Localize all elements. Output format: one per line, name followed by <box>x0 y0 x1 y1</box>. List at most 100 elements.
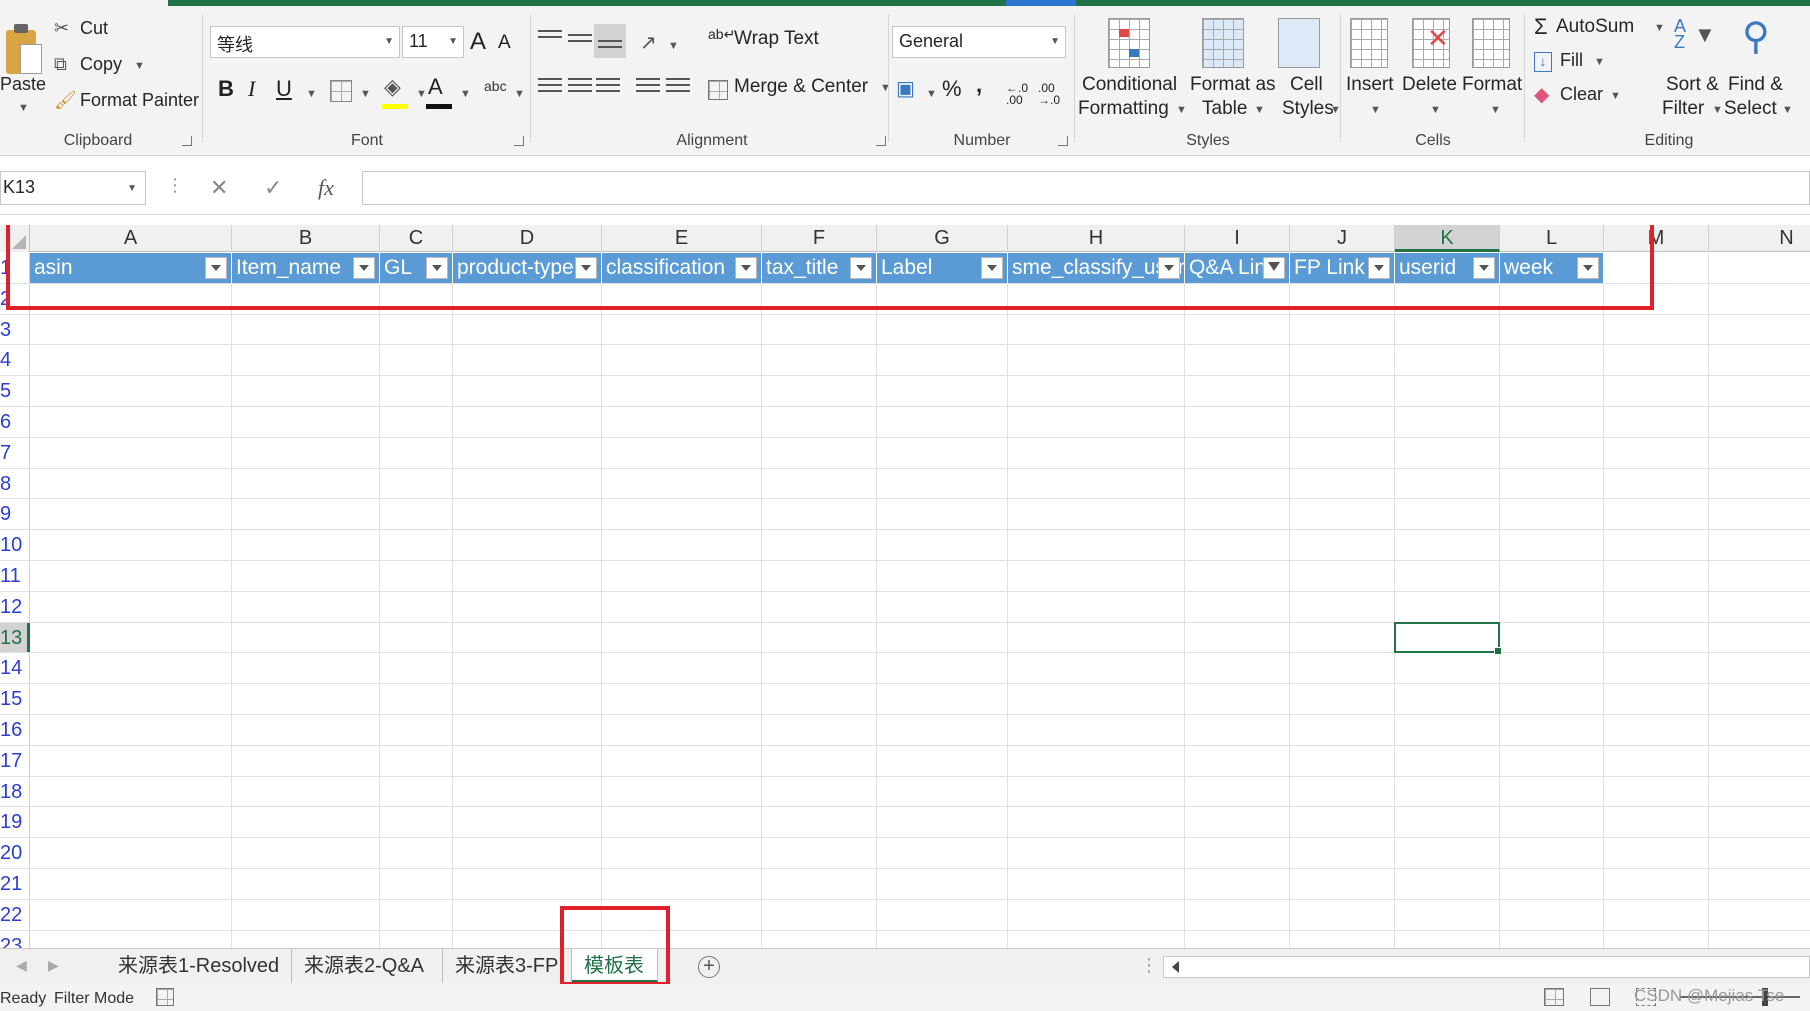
bold-button[interactable]: B <box>218 76 234 102</box>
row-header-23[interactable]: 23 <box>0 930 30 948</box>
column-header-l[interactable]: L <box>1500 225 1604 252</box>
split-handle-icon[interactable]: ⋮ <box>1140 955 1158 976</box>
grid-row-11[interactable]: 11 <box>0 561 1810 592</box>
orientation-icon[interactable]: ↗ <box>640 30 657 55</box>
borders-icon[interactable] <box>330 80 352 102</box>
cell-styles-button[interactable]: Cell Styles ▼ <box>1274 12 1341 128</box>
fill-button[interactable]: ↓ Fill ▼ <box>1534 50 1605 78</box>
column-header-m[interactable]: M <box>1604 225 1709 252</box>
row-header-13[interactable]: 13 <box>0 622 30 653</box>
grid-row-7[interactable]: 7 <box>0 437 1810 469</box>
fill-color-icon[interactable]: ◈ <box>384 74 401 100</box>
select-all-button[interactable] <box>0 225 30 252</box>
paste-button[interactable]: Paste ▼ <box>0 8 48 118</box>
column-header-a[interactable]: A <box>30 225 232 252</box>
filter-dropdown-icon-e[interactable] <box>735 257 757 279</box>
row-header-5[interactable]: 5 <box>0 376 30 406</box>
increase-decimal-button[interactable]: ←.0 .00 <box>1006 82 1034 106</box>
row-header-21[interactable]: 21 <box>0 869 30 899</box>
row-header-20[interactable]: 20 <box>0 838 30 868</box>
number-format-select[interactable]: General ▼ <box>892 26 1066 58</box>
sheet-tab-1[interactable]: 来源表1-Resolved <box>106 949 292 983</box>
italic-button[interactable]: I <box>248 76 255 102</box>
insert-function-button[interactable]: fx <box>318 175 334 201</box>
table-header-cell-a[interactable]: asin <box>30 253 232 283</box>
row-header-8[interactable]: 8 <box>0 468 30 499</box>
row-header-16[interactable]: 16 <box>0 715 30 745</box>
sheet-tab-2[interactable]: 来源表2-Q&A <box>292 949 443 983</box>
grid-row-2[interactable]: 2 <box>0 283 1810 315</box>
filter-dropdown-icon-a[interactable] <box>205 257 227 279</box>
row-header-6[interactable]: 6 <box>0 407 30 437</box>
row-header-9[interactable]: 9 <box>0 499 30 530</box>
accounting-format-icon[interactable]: ▣ <box>896 76 915 101</box>
cancel-icon[interactable]: ✕ <box>210 175 228 201</box>
selected-cell-k13[interactable] <box>1394 621 1502 656</box>
add-sheet-button[interactable]: + <box>698 956 720 978</box>
filter-dropdown-icon-b[interactable] <box>353 257 375 279</box>
clear-button[interactable]: ◆ Clear ▼ <box>1534 84 1621 112</box>
name-box[interactable]: K13 ▼ <box>0 171 146 205</box>
grid-row-15[interactable]: 15 <box>0 684 1810 715</box>
clipboard-launcher-icon[interactable] <box>182 136 192 146</box>
grid-row-22[interactable]: 22 <box>0 899 1810 931</box>
row-header-10[interactable]: 10 <box>0 530 30 560</box>
percent-style-button[interactable]: % <box>942 76 962 102</box>
grid-row-14[interactable]: 14 <box>0 653 1810 685</box>
format-button[interactable]: Format ▼ <box>1462 12 1522 128</box>
grid-row-23[interactable]: 23 <box>0 930 1810 948</box>
scroll-tabs-right-icon[interactable]: ▶ <box>48 957 59 974</box>
column-header-n[interactable]: N <box>1709 225 1810 252</box>
filter-dropdown-icon-j[interactable] <box>1368 257 1390 279</box>
grid-row-3[interactable]: 3 <box>0 314 1810 346</box>
column-header-c[interactable]: C <box>380 225 453 252</box>
column-header-h[interactable]: H <box>1008 225 1185 252</box>
orientation-dropdown-icon[interactable]: ▼ <box>668 40 679 52</box>
column-header-i[interactable]: I <box>1185 225 1290 252</box>
grid-row-21[interactable]: 21 <box>0 869 1810 900</box>
bottom-align-button[interactable] <box>594 24 626 58</box>
grid-row-13[interactable]: 13 <box>0 622 1810 654</box>
fill-color-dropdown-icon[interactable]: ▼ <box>416 88 427 100</box>
enter-icon[interactable]: ✓ <box>264 175 282 201</box>
accounting-dropdown-icon[interactable]: ▼ <box>926 88 937 100</box>
column-header-j[interactable]: J <box>1290 225 1395 252</box>
row-header-14[interactable]: 14 <box>0 653 30 684</box>
grid-row-16[interactable]: 16 <box>0 715 1810 746</box>
grid-row-8[interactable]: 8 <box>0 468 1810 500</box>
grid-row-9[interactable]: 9 <box>0 499 1810 531</box>
delete-button[interactable]: ✕ Delete ▼ <box>1402 12 1462 128</box>
decrease-decimal-button[interactable]: .00 →.0 <box>1038 82 1066 106</box>
scroll-left-icon[interactable] <box>1172 961 1179 973</box>
row-header-12[interactable]: 12 <box>0 591 30 622</box>
wrap-text-button[interactable]: ab↵ Wrap Text <box>708 26 828 56</box>
grid-row-20[interactable]: 20 <box>0 838 1810 869</box>
sheet-tab-3[interactable]: 来源表3-FP <box>443 949 572 983</box>
row-header-17[interactable]: 17 <box>0 745 30 776</box>
row-header-19[interactable]: 19 <box>0 807 30 838</box>
grid-row-5[interactable]: 5 <box>0 376 1810 407</box>
phonetic-dropdown-icon[interactable]: ▼ <box>514 88 525 100</box>
find-select-button[interactable]: ⚲ Find & Select ▼ <box>1722 12 1810 128</box>
filter-dropdown-icon-g[interactable] <box>981 257 1003 279</box>
column-header-b[interactable]: B <box>232 225 380 252</box>
align-right-icon[interactable] <box>596 78 620 98</box>
column-header-e[interactable]: E <box>602 225 762 252</box>
column-header-g[interactable]: G <box>877 225 1008 252</box>
row-header-15[interactable]: 15 <box>0 684 30 714</box>
formula-input[interactable] <box>362 171 1810 205</box>
filter-applied-icon-i[interactable] <box>1263 257 1285 279</box>
column-header-f[interactable]: F <box>762 225 877 252</box>
filter-dropdown-icon-l[interactable] <box>1577 257 1599 279</box>
conditional-formatting-button[interactable]: Conditional Formatting ▼ <box>1078 12 1187 128</box>
filter-dropdown-icon-d[interactable] <box>575 257 597 279</box>
row-header-22[interactable]: 22 <box>0 899 30 930</box>
font-color-dropdown-icon[interactable]: ▼ <box>460 88 471 100</box>
grid-row-4[interactable]: 4 <box>0 345 1810 377</box>
autosum-button[interactable]: Σ AutoSum ▼ <box>1534 14 1665 44</box>
scroll-tabs-left-icon[interactable]: ◀ <box>16 957 27 974</box>
insert-button[interactable]: Insert ▼ <box>1344 12 1400 128</box>
shrink-font-button[interactable]: A <box>498 32 511 54</box>
column-header-k[interactable]: K <box>1395 225 1500 252</box>
macro-recording-icon[interactable] <box>156 988 174 1006</box>
